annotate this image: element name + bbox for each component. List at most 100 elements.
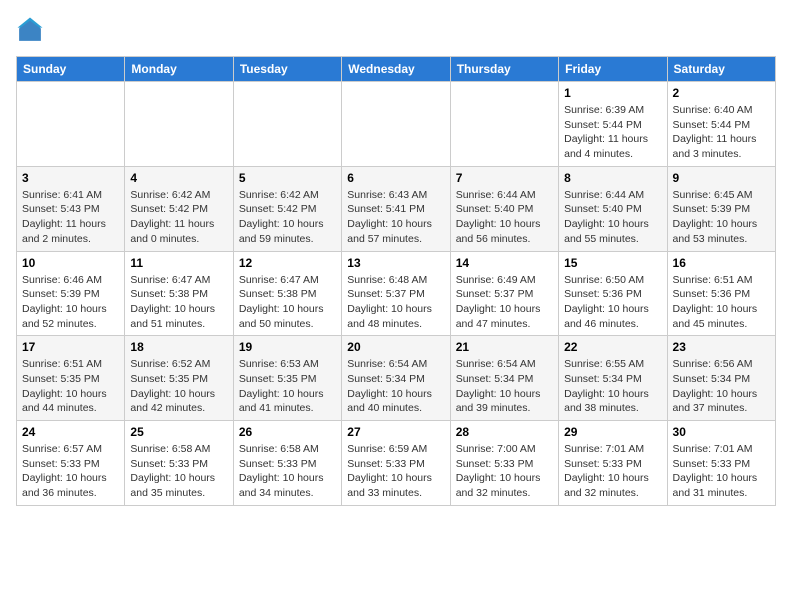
day-info: Sunrise: 6:43 AMSunset: 5:41 PMDaylight:… <box>347 188 444 247</box>
day-number: 15 <box>564 256 661 270</box>
day-info: Sunrise: 6:50 AMSunset: 5:36 PMDaylight:… <box>564 273 661 332</box>
day-info: Sunrise: 6:47 AMSunset: 5:38 PMDaylight:… <box>130 273 227 332</box>
day-number: 18 <box>130 340 227 354</box>
calendar-cell-3-0: 10 Sunrise: 6:46 AMSunset: 5:39 PMDayligh… <box>17 251 125 336</box>
day-info: Sunrise: 6:48 AMSunset: 5:37 PMDaylight:… <box>347 273 444 332</box>
calendar-cell-1-0 <box>17 82 125 167</box>
day-info: Sunrise: 6:51 AMSunset: 5:35 PMDaylight:… <box>22 357 119 416</box>
calendar-week-1: 1 Sunrise: 6:39 AMSunset: 5:44 PMDaylight… <box>17 82 776 167</box>
day-number: 14 <box>456 256 553 270</box>
day-info: Sunrise: 6:58 AMSunset: 5:33 PMDaylight:… <box>130 442 227 501</box>
calendar-cell-1-5: 1 Sunrise: 6:39 AMSunset: 5:44 PMDaylight… <box>559 82 667 167</box>
calendar-cell-4-2: 19 Sunrise: 6:53 AMSunset: 5:35 PMDayligh… <box>233 336 341 421</box>
day-info: Sunrise: 6:46 AMSunset: 5:39 PMDaylight:… <box>22 273 119 332</box>
calendar-cell-3-1: 11 Sunrise: 6:47 AMSunset: 5:38 PMDayligh… <box>125 251 233 336</box>
calendar-cell-5-2: 26 Sunrise: 6:58 AMSunset: 5:33 PMDayligh… <box>233 421 341 506</box>
day-info: Sunrise: 7:01 AMSunset: 5:33 PMDaylight:… <box>673 442 770 501</box>
calendar-cell-1-6: 2 Sunrise: 6:40 AMSunset: 5:44 PMDaylight… <box>667 82 775 167</box>
day-info: Sunrise: 6:53 AMSunset: 5:35 PMDaylight:… <box>239 357 336 416</box>
day-info: Sunrise: 6:39 AMSunset: 5:44 PMDaylight:… <box>564 103 661 162</box>
day-info: Sunrise: 6:41 AMSunset: 5:43 PMDaylight:… <box>22 188 119 247</box>
calendar-cell-4-6: 23Sunrise: 6:56 AMSunset: 5:34 PMDayligh… <box>667 336 775 421</box>
day-info: Sunrise: 7:00 AMSunset: 5:33 PMDaylight:… <box>456 442 553 501</box>
day-number: 24 <box>22 425 119 439</box>
day-number: 6 <box>347 171 444 185</box>
calendar-week-3: 10 Sunrise: 6:46 AMSunset: 5:39 PMDayligh… <box>17 251 776 336</box>
calendar-cell-5-1: 25 Sunrise: 6:58 AMSunset: 5:33 PMDayligh… <box>125 421 233 506</box>
day-number: 17 <box>22 340 119 354</box>
calendar-cell-4-0: 17 Sunrise: 6:51 AMSunset: 5:35 PMDayligh… <box>17 336 125 421</box>
calendar-cell-4-4: 21 Sunrise: 6:54 AMSunset: 5:34 PMDayligh… <box>450 336 558 421</box>
logo <box>16 16 48 44</box>
day-info: Sunrise: 6:40 AMSunset: 5:44 PMDaylight:… <box>673 103 770 162</box>
day-number: 9 <box>673 171 770 185</box>
calendar-cell-5-4: 28Sunrise: 7:00 AMSunset: 5:33 PMDayligh… <box>450 421 558 506</box>
day-info: Sunrise: 6:47 AMSunset: 5:38 PMDaylight:… <box>239 273 336 332</box>
day-number: 1 <box>564 86 661 100</box>
day-number: 12 <box>239 256 336 270</box>
day-number: 5 <box>239 171 336 185</box>
calendar-cell-2-6: 9 Sunrise: 6:45 AMSunset: 5:39 PMDaylight… <box>667 166 775 251</box>
day-number: 25 <box>130 425 227 439</box>
calendar-cell-1-4 <box>450 82 558 167</box>
calendar-week-4: 17 Sunrise: 6:51 AMSunset: 5:35 PMDayligh… <box>17 336 776 421</box>
page-header <box>16 16 776 44</box>
day-number: 8 <box>564 171 661 185</box>
day-number: 21 <box>456 340 553 354</box>
logo-icon <box>16 16 44 44</box>
day-number: 23 <box>673 340 770 354</box>
calendar-cell-4-3: 20 Sunrise: 6:54 AMSunset: 5:34 PMDayligh… <box>342 336 450 421</box>
day-number: 7 <box>456 171 553 185</box>
calendar-cell-5-6: 30 Sunrise: 7:01 AMSunset: 5:33 PMDayligh… <box>667 421 775 506</box>
day-info: Sunrise: 6:44 AMSunset: 5:40 PMDaylight:… <box>456 188 553 247</box>
calendar-cell-1-2 <box>233 82 341 167</box>
day-number: 10 <box>22 256 119 270</box>
calendar-cell-3-3: 13Sunrise: 6:48 AMSunset: 5:37 PMDayligh… <box>342 251 450 336</box>
day-info: Sunrise: 6:54 AMSunset: 5:34 PMDaylight:… <box>456 357 553 416</box>
day-number: 20 <box>347 340 444 354</box>
calendar-cell-2-5: 8Sunrise: 6:44 AMSunset: 5:40 PMDaylight… <box>559 166 667 251</box>
calendar-week-5: 24 Sunrise: 6:57 AMSunset: 5:33 PMDayligh… <box>17 421 776 506</box>
calendar-cell-5-5: 29Sunrise: 7:01 AMSunset: 5:33 PMDayligh… <box>559 421 667 506</box>
weekday-header-thursday: Thursday <box>450 57 558 82</box>
calendar-week-2: 3 Sunrise: 6:41 AMSunset: 5:43 PMDaylight… <box>17 166 776 251</box>
weekday-header-tuesday: Tuesday <box>233 57 341 82</box>
calendar-cell-2-1: 4 Sunrise: 6:42 AMSunset: 5:42 PMDaylight… <box>125 166 233 251</box>
calendar-cell-2-0: 3 Sunrise: 6:41 AMSunset: 5:43 PMDaylight… <box>17 166 125 251</box>
calendar-cell-2-2: 5Sunrise: 6:42 AMSunset: 5:42 PMDaylight… <box>233 166 341 251</box>
day-info: Sunrise: 6:58 AMSunset: 5:33 PMDaylight:… <box>239 442 336 501</box>
calendar-cell-3-6: 16 Sunrise: 6:51 AMSunset: 5:36 PMDayligh… <box>667 251 775 336</box>
calendar-cell-3-2: 12 Sunrise: 6:47 AMSunset: 5:38 PMDayligh… <box>233 251 341 336</box>
calendar-cell-2-3: 6 Sunrise: 6:43 AMSunset: 5:41 PMDaylight… <box>342 166 450 251</box>
calendar-cell-4-1: 18Sunrise: 6:52 AMSunset: 5:35 PMDayligh… <box>125 336 233 421</box>
day-info: Sunrise: 6:55 AMSunset: 5:34 PMDaylight:… <box>564 357 661 416</box>
weekday-header-saturday: Saturday <box>667 57 775 82</box>
day-info: Sunrise: 6:57 AMSunset: 5:33 PMDaylight:… <box>22 442 119 501</box>
day-info: Sunrise: 6:49 AMSunset: 5:37 PMDaylight:… <box>456 273 553 332</box>
day-info: Sunrise: 6:42 AMSunset: 5:42 PMDaylight:… <box>130 188 227 247</box>
day-info: Sunrise: 6:45 AMSunset: 5:39 PMDaylight:… <box>673 188 770 247</box>
weekday-header-monday: Monday <box>125 57 233 82</box>
day-number: 27 <box>347 425 444 439</box>
day-number: 4 <box>130 171 227 185</box>
day-number: 26 <box>239 425 336 439</box>
day-number: 29 <box>564 425 661 439</box>
calendar-cell-5-3: 27 Sunrise: 6:59 AMSunset: 5:33 PMDayligh… <box>342 421 450 506</box>
day-info: Sunrise: 6:54 AMSunset: 5:34 PMDaylight:… <box>347 357 444 416</box>
calendar-cell-5-0: 24 Sunrise: 6:57 AMSunset: 5:33 PMDayligh… <box>17 421 125 506</box>
calendar-cell-3-5: 15 Sunrise: 6:50 AMSunset: 5:36 PMDayligh… <box>559 251 667 336</box>
day-number: 22 <box>564 340 661 354</box>
day-info: Sunrise: 6:51 AMSunset: 5:36 PMDaylight:… <box>673 273 770 332</box>
day-number: 16 <box>673 256 770 270</box>
weekday-header-friday: Friday <box>559 57 667 82</box>
day-number: 3 <box>22 171 119 185</box>
calendar-cell-2-4: 7 Sunrise: 6:44 AMSunset: 5:40 PMDaylight… <box>450 166 558 251</box>
day-number: 19 <box>239 340 336 354</box>
calendar-cell-3-4: 14 Sunrise: 6:49 AMSunset: 5:37 PMDayligh… <box>450 251 558 336</box>
day-info: Sunrise: 6:59 AMSunset: 5:33 PMDaylight:… <box>347 442 444 501</box>
weekday-header-sunday: Sunday <box>17 57 125 82</box>
day-number: 2 <box>673 86 770 100</box>
day-number: 30 <box>673 425 770 439</box>
calendar-cell-1-3 <box>342 82 450 167</box>
day-number: 11 <box>130 256 227 270</box>
